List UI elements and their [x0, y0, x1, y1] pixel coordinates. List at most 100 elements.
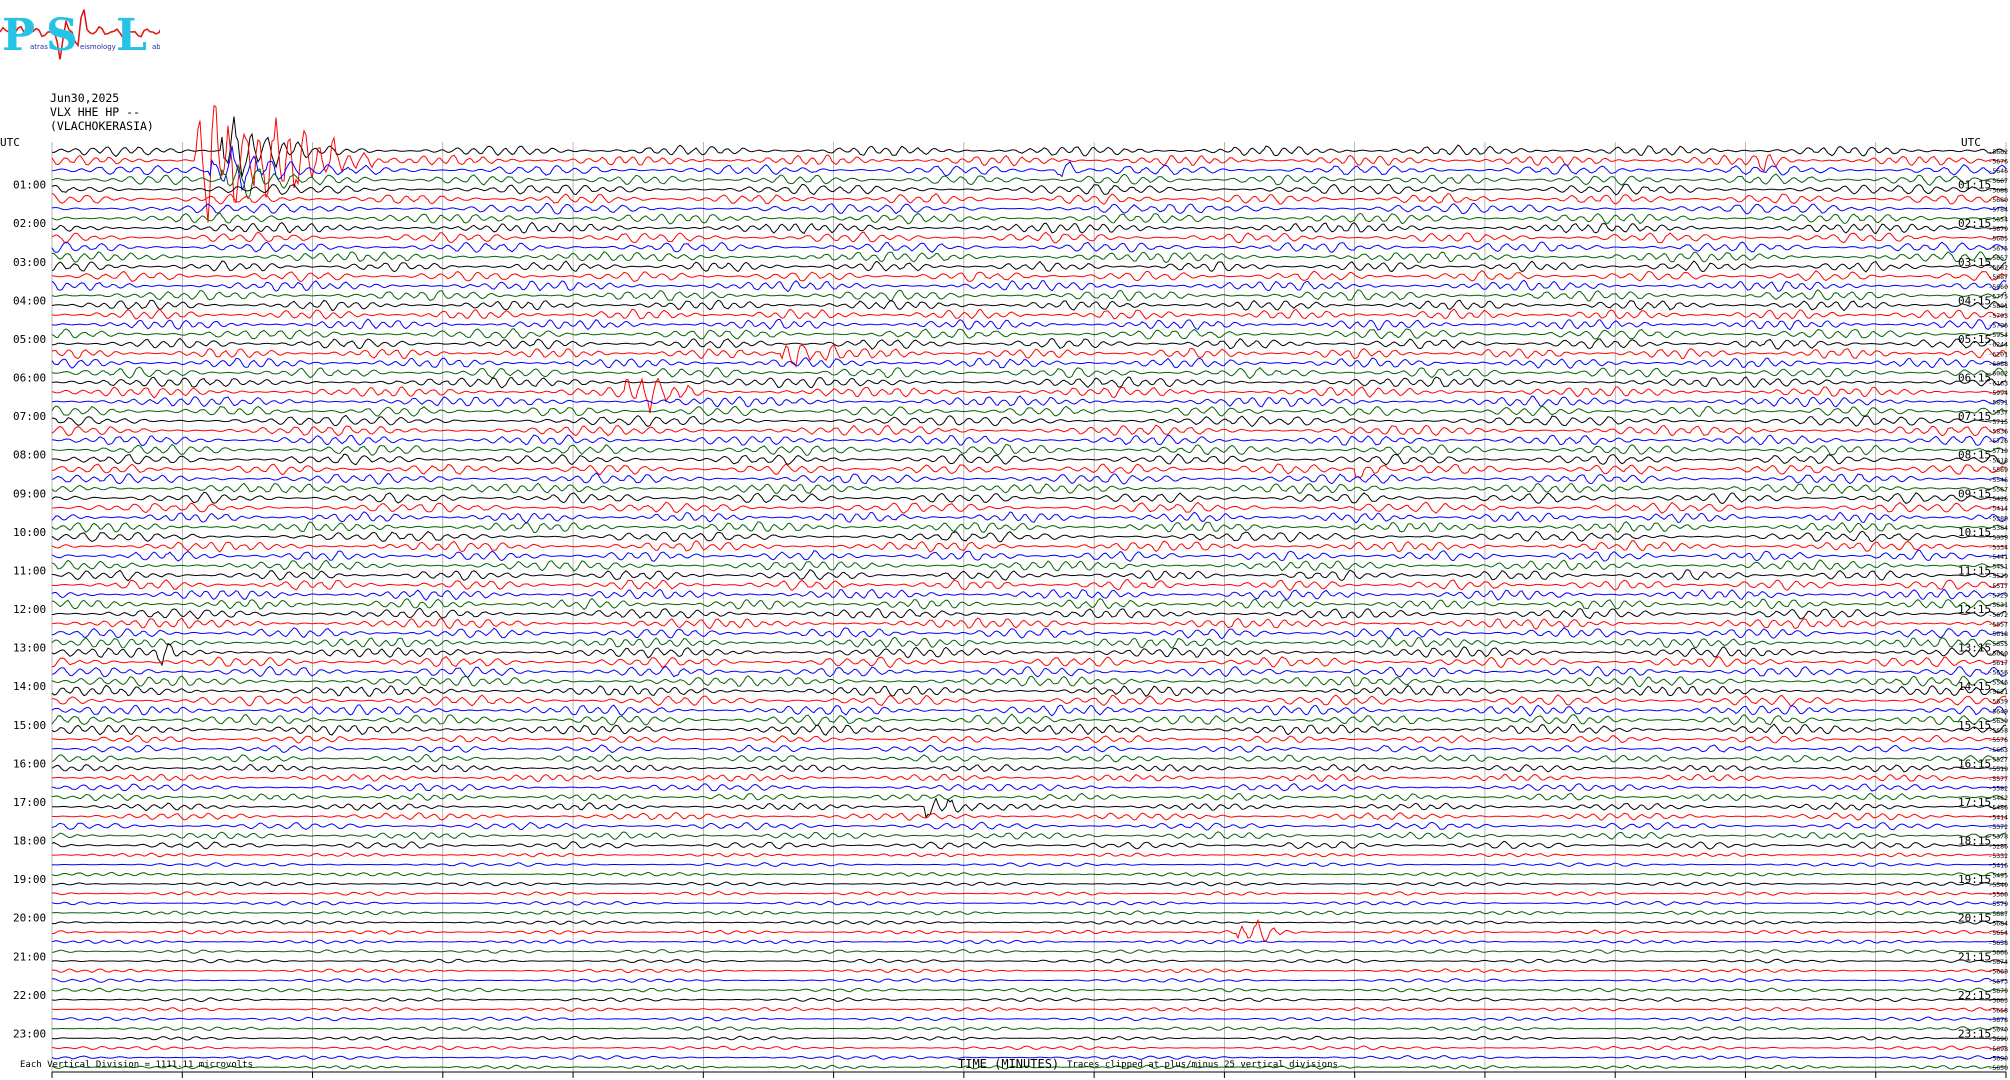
row-offset-label: -5631 [1988, 601, 2008, 609]
right-hour-label: 01:15 [1958, 179, 1991, 192]
row-offset-label: -5670 [1988, 1026, 2008, 1034]
right-hour-label: 12:15 [1958, 603, 1991, 616]
row-offset-label: -5687 [1988, 273, 2008, 281]
trace-row-11 [51, 251, 2007, 264]
row-offset-label: -5582 [1988, 784, 2008, 792]
left-hour-label: 21:00 [13, 950, 46, 963]
row-offset-label: -5690 [1988, 1055, 2008, 1063]
trace-row-84 [51, 958, 2007, 964]
trace-row-34 [51, 472, 2007, 485]
trace-row-4 [51, 183, 2007, 196]
row-offset-label: -5576 [1988, 736, 2008, 744]
row-offset-label: -5618 [1988, 630, 2008, 638]
left-hour-label: 22:00 [13, 989, 46, 1002]
trace-row-60 [51, 723, 2007, 736]
left-hour-label: 15:00 [13, 719, 46, 732]
row-offset-label: -5690 [1988, 1035, 2008, 1043]
row-offset-label: -5891 [1988, 399, 2008, 407]
trace-row-37 [51, 501, 2007, 514]
row-offset-label: -5546 [1988, 678, 2008, 686]
trace-row-85 [51, 968, 2007, 974]
trace-row-5 [51, 193, 2007, 205]
chart-frame [51, 1071, 2007, 1078]
trace-row-64 [51, 763, 2007, 773]
row-offset-label: -5495 [1988, 871, 2008, 879]
left-hour-label: 17:00 [13, 796, 46, 809]
row-offset-label: -5617 [1988, 659, 2008, 667]
right-hour-label: 05:15 [1958, 333, 1991, 346]
row-offset-label: -6163 [1988, 379, 2008, 387]
trace-row-78 [51, 900, 2007, 906]
left-hour-label: 20:00 [13, 912, 46, 925]
right-hour-label: 08:15 [1958, 449, 1991, 462]
trace-row-47 [51, 597, 2007, 610]
trace-row-18 [51, 318, 2007, 331]
left-hour-label: 12:00 [13, 603, 46, 616]
row-offset-label: -5414 [1988, 813, 2008, 821]
trace-row-8 [51, 221, 2007, 235]
trace-row-1 [51, 104, 2007, 223]
row-offset-label: -5663 [1988, 997, 2008, 1005]
left-hour-label: 11:00 [13, 564, 46, 577]
row-offset-label: -5656 [1988, 669, 2008, 677]
trace-row-66 [51, 783, 2007, 792]
row-offset-label: -5655 [1988, 640, 2008, 648]
right-hour-label: 16:15 [1958, 757, 1991, 770]
trace-row-63 [51, 753, 2007, 764]
right-hour-label: 04:15 [1958, 294, 1991, 307]
right-hour-label: 02:15 [1958, 217, 1991, 230]
row-offset-label: -6062 [1988, 370, 2008, 378]
row-offset-label: -5673 [1988, 977, 2008, 985]
trace-row-44 [51, 568, 2007, 582]
row-offset-label: -5577 [1988, 775, 2008, 783]
left-hour-label: 14:00 [13, 680, 46, 693]
row-offset-label: -5775 [1988, 293, 2008, 301]
row-offset-label: -5517 [1988, 582, 2008, 590]
right-hour-label: 03:15 [1958, 256, 1991, 269]
left-hour-label: 05:00 [13, 333, 46, 346]
trace-row-29 [51, 424, 2007, 437]
trace-row-27 [51, 405, 2007, 417]
left-hour-label: 03:00 [13, 256, 46, 269]
row-offset-label: -5680 [1988, 196, 2008, 204]
trace-row-59 [51, 713, 2007, 727]
row-offset-label: -5646 [1988, 167, 2008, 175]
row-offset-label: -5676 [1988, 157, 2008, 165]
trace-row-49 [51, 617, 2007, 630]
row-offset-label: -5654 [1988, 929, 2008, 937]
trace-row-42 [51, 549, 2006, 562]
trace-row-2 [51, 145, 2007, 192]
left-hour-label: 13:00 [13, 642, 46, 655]
row-offset-labels: -5662-5676-5646-5667-5688-5680-5784-5654… [1988, 148, 2008, 1072]
trace-row-48 [51, 607, 2007, 620]
row-offset-label: -5801 [1988, 302, 2008, 310]
row-offset-label: -5796 [1988, 321, 2008, 329]
trace-row-67 [51, 792, 2006, 802]
trace-row-75 [51, 871, 2007, 877]
left-hour-label: 01:00 [13, 179, 46, 192]
right-hour-label: 14:15 [1958, 680, 1991, 693]
trace-row-45 [51, 579, 2007, 592]
trace-row-82 [51, 939, 2007, 945]
trace-row-51 [51, 636, 2007, 649]
trace-row-89 [51, 1006, 2007, 1012]
right-hour-label: 09:15 [1958, 487, 1991, 500]
row-offset-label: -5660 [1988, 283, 2008, 291]
row-offset-label: -5527 [1988, 756, 2008, 764]
row-offset-label: -5657 [1988, 254, 2008, 262]
row-offset-label: -5339 [1988, 534, 2008, 542]
row-offset-label: -5665 [1988, 235, 2008, 243]
row-offset-label: -5657 [1988, 620, 2008, 628]
trace-row-73 [52, 852, 2006, 858]
trace-row-17 [51, 308, 2006, 320]
trace-row-76 [51, 881, 2007, 887]
row-offset-label: -5540 [1988, 881, 2008, 889]
trace-row-92 [51, 1035, 2007, 1041]
left-hour-label: 16:00 [13, 757, 46, 770]
trace-row-38 [51, 511, 2007, 524]
row-offset-label: -6244 [1988, 341, 2008, 349]
left-hour-label: 08:00 [13, 449, 46, 462]
trace-row-36 [51, 491, 2007, 505]
trace-row-71 [51, 831, 2007, 840]
trace-row-87 [51, 987, 2007, 993]
